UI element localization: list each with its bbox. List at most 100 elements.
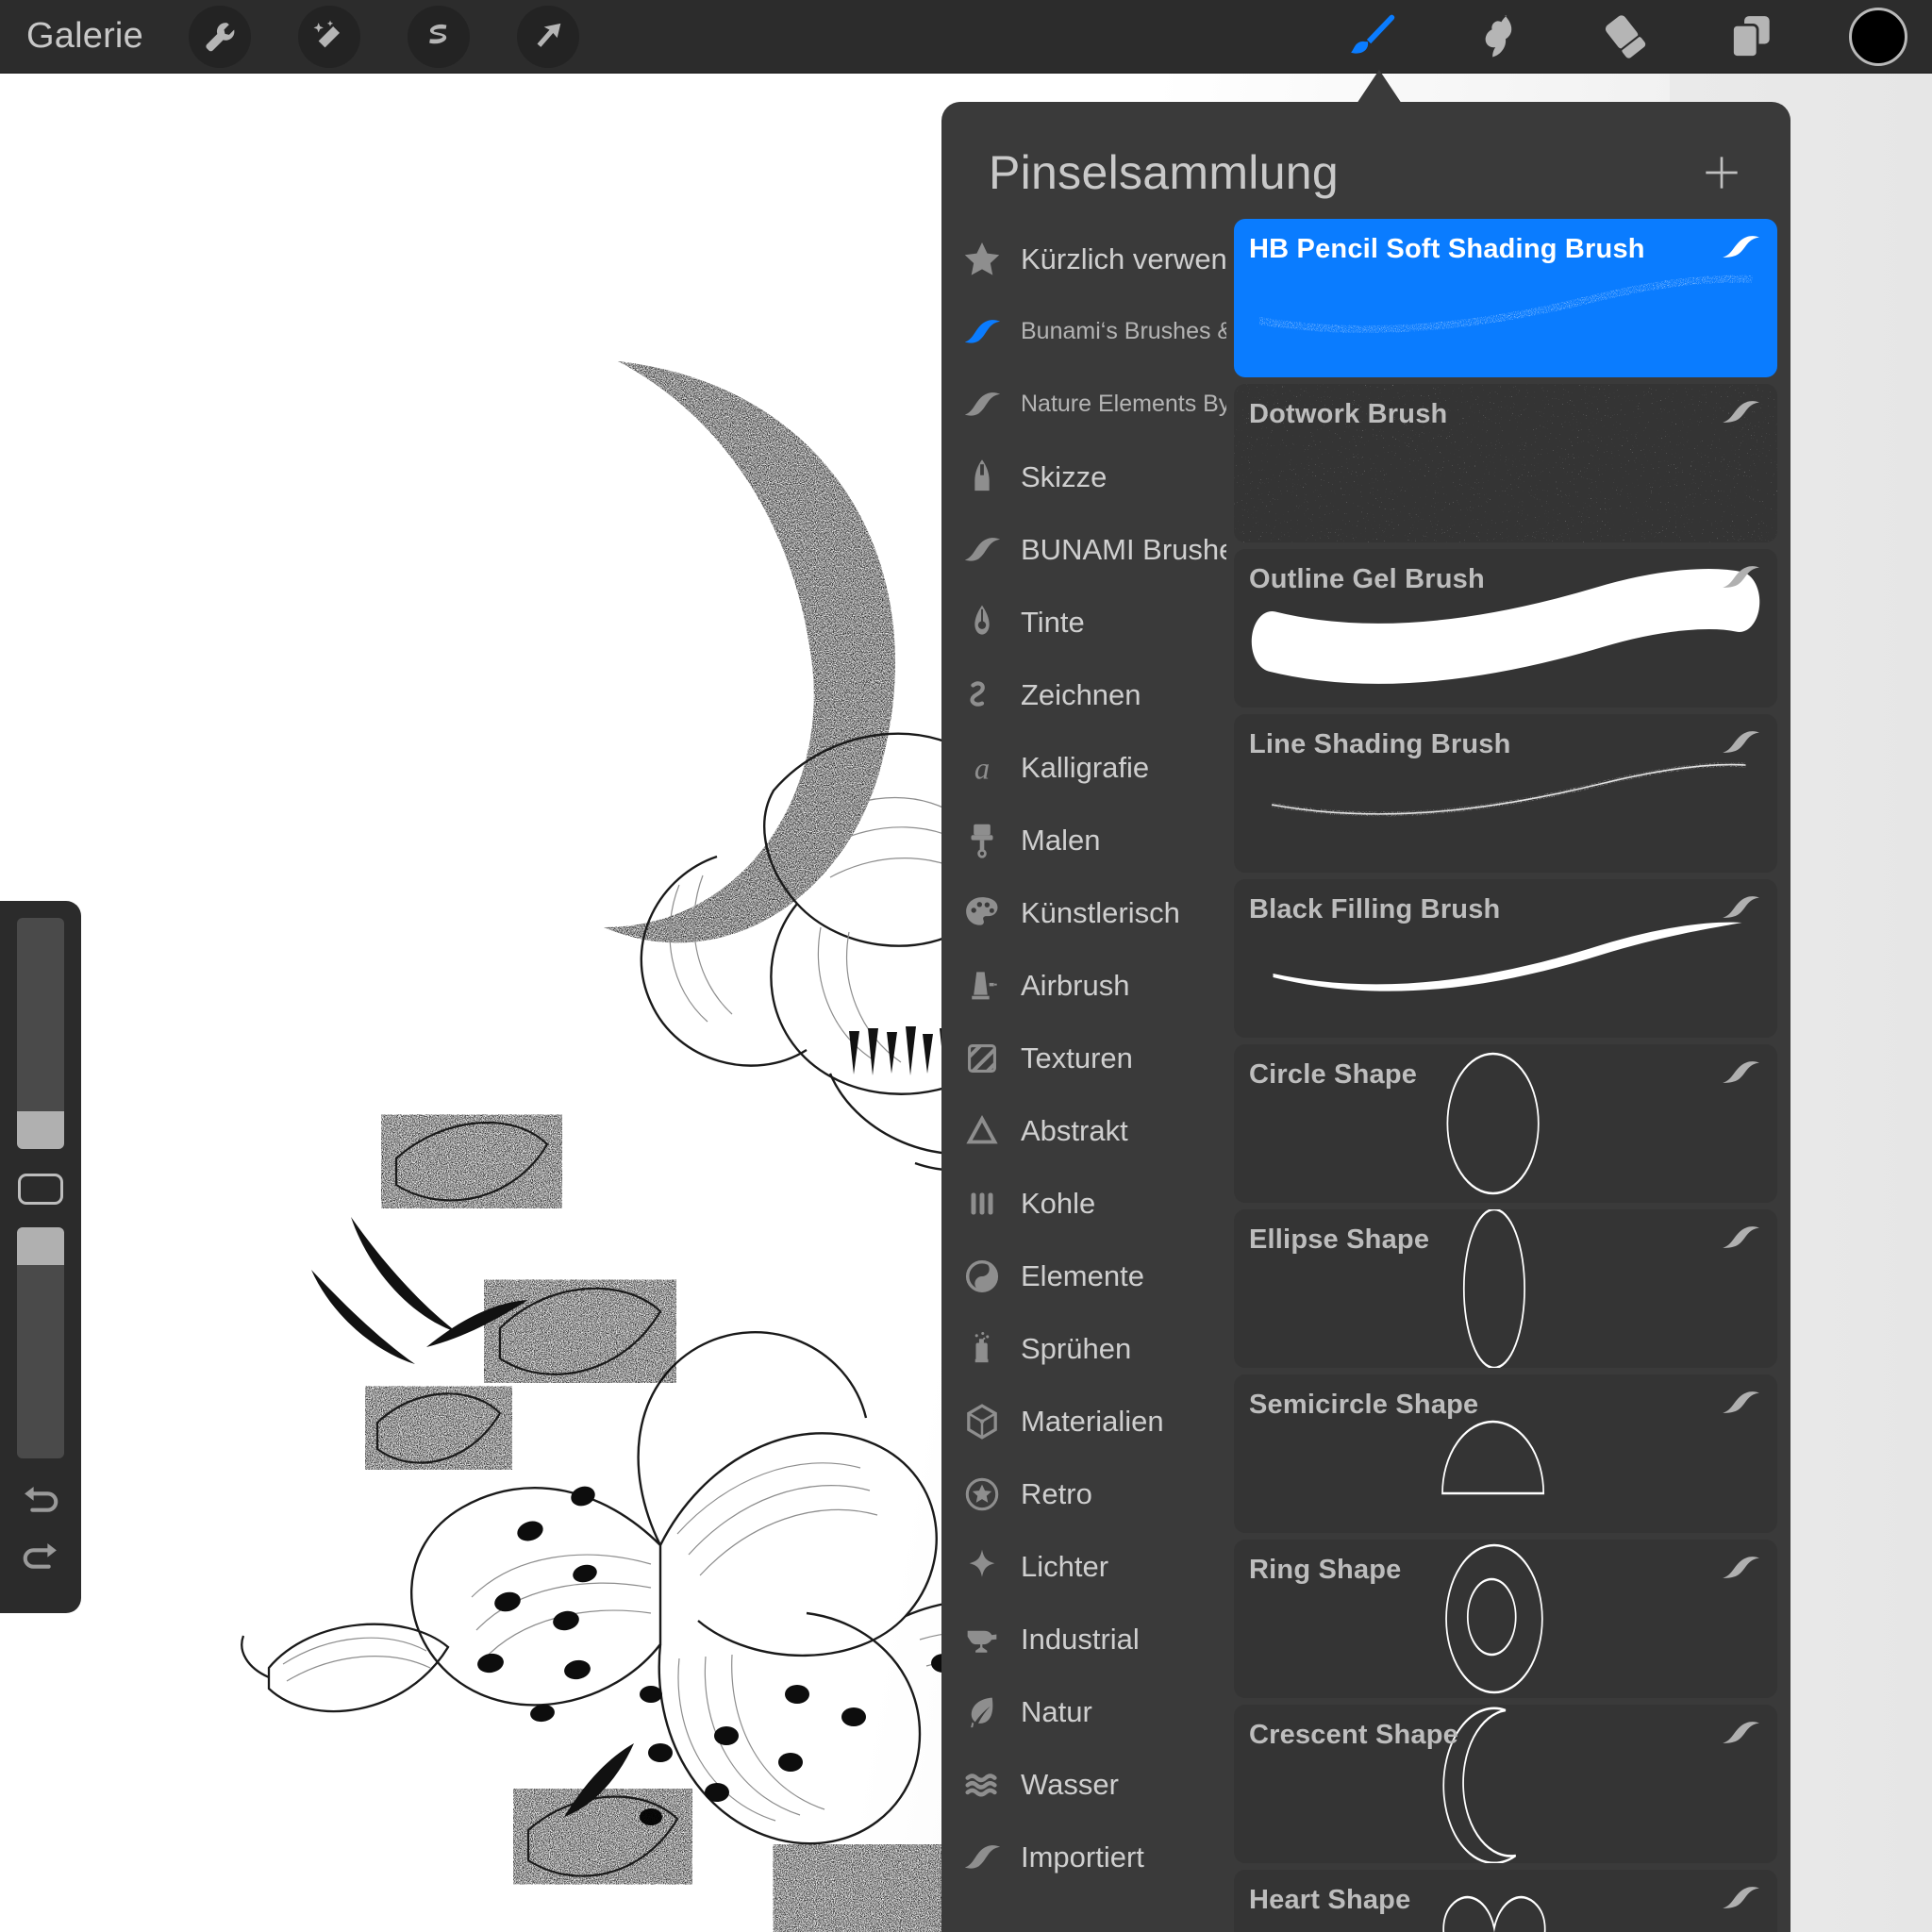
color-swatch-button[interactable]: [1849, 8, 1907, 66]
brush-stroke-glyph: [1723, 1226, 1759, 1248]
brush-name: Dotwork Brush: [1249, 399, 1448, 429]
brush-category-item[interactable]: Bunami‘s Brushes &…: [941, 295, 1226, 368]
brush-category-item[interactable]: Malen: [941, 804, 1226, 876]
texture-hatch-icon: [953, 1037, 1011, 1080]
opacity-slider[interactable]: [17, 1227, 64, 1458]
brush-name: Crescent Shape: [1249, 1720, 1458, 1750]
layers-button[interactable]: [1723, 8, 1781, 66]
brush-category-list[interactable]: Kürzlich verwendet Bunami‘s Brushes &… Nat…: [941, 219, 1226, 1932]
brush-list-item[interactable]: HB Pencil Soft Shading Brush: [1234, 219, 1777, 377]
brush-category-item[interactable]: Abstrakt: [941, 1094, 1226, 1167]
brush-category-item[interactable]: Zeichnen: [941, 658, 1226, 731]
brush-list-item[interactable]: Crescent Shape: [1234, 1705, 1777, 1863]
brush-category-label: Elemente: [1021, 1258, 1144, 1292]
brush-name: Heart Shape: [1249, 1885, 1411, 1915]
adjustments-button[interactable]: [297, 5, 360, 68]
brush-category-item[interactable]: Nature Elements By…: [941, 368, 1226, 441]
left-tool-group: [188, 5, 579, 68]
brush-category-item[interactable]: Lichter: [941, 1530, 1226, 1603]
brush-category-item[interactable]: Retro: [941, 1457, 1226, 1530]
brush-stroke-glyph: [1723, 1722, 1759, 1743]
brush-category-item[interactable]: Materialien: [941, 1385, 1226, 1457]
eraser-button[interactable]: [1596, 8, 1655, 66]
paintbrush-icon: [1351, 14, 1395, 54]
star-icon: [953, 238, 1011, 281]
brush-category-item[interactable]: Airbrush: [941, 949, 1226, 1022]
wrench-icon: [206, 22, 235, 51]
add-brush-set-button[interactable]: [1696, 147, 1747, 198]
brush-category-item[interactable]: BUNAMI Brushes: [941, 513, 1226, 586]
brush-category-label: Industrial: [1021, 1622, 1140, 1656]
letter-a-icon: a: [953, 746, 1011, 790]
transform-arrow-icon: [537, 23, 561, 47]
brush-category-item[interactable]: Texturen: [941, 1022, 1226, 1094]
brush-stroke-glyph: [1721, 727, 1762, 760]
brush-list-item[interactable]: Line Shading Brush: [1234, 714, 1777, 873]
brush-category-item[interactable]: a Kalligrafie: [941, 731, 1226, 804]
eraser-icon: [1605, 15, 1646, 58]
selection-icon: [429, 24, 447, 43]
squiggle-icon: [953, 674, 1011, 717]
gallery-button[interactable]: Galerie: [26, 16, 143, 57]
paintbrush-button[interactable]: [1343, 8, 1402, 66]
transform-button[interactable]: [516, 5, 579, 68]
brush-stroke-glyph: [1721, 1718, 1762, 1751]
brush-category-item[interactable]: Kürzlich verwendet: [941, 223, 1226, 295]
brush-list[interactable]: HB Pencil Soft Shading Brush Dotwork Brus…: [1226, 219, 1790, 1932]
smudge-icon: [1485, 15, 1512, 58]
brush-list-item[interactable]: Heart Shape: [1234, 1870, 1777, 1932]
opacity-thumb[interactable]: [17, 1227, 64, 1265]
page-title: Pinselsammlung: [989, 146, 1340, 199]
brush-category-label: Abstrakt: [1021, 1113, 1128, 1147]
pencil-tip-icon: [953, 456, 1011, 499]
brush-stroke-glyph: [1723, 236, 1759, 258]
brush-category-label: Importiert: [1021, 1840, 1144, 1874]
brush-category-label: Natur: [1021, 1694, 1092, 1728]
brush-category-item[interactable]: Importiert: [941, 1821, 1226, 1893]
panel-scrollbar[interactable]: [1781, 102, 1790, 1932]
brush-size-thumb[interactable]: [17, 1111, 64, 1149]
brush-category-item[interactable]: Elemente: [941, 1240, 1226, 1312]
magic-wand-icon: [313, 20, 340, 47]
brushstroke-icon: [953, 528, 1011, 572]
brush-category-item[interactable]: Sprühen: [941, 1312, 1226, 1385]
anvil-icon: [953, 1618, 1011, 1661]
yin-yang-icon: [953, 1255, 1011, 1298]
undo-icon: [25, 1486, 58, 1512]
redo-button[interactable]: [12, 1530, 69, 1587]
brush-category-item[interactable]: Künstlerisch: [941, 876, 1226, 949]
brush-category-item[interactable]: Skizze: [941, 441, 1226, 513]
spray-can-icon: [953, 1327, 1011, 1371]
brush-category-item[interactable]: Kohle: [941, 1167, 1226, 1240]
airbrush-icon: [953, 964, 1011, 1008]
charcoal-bars-icon: [953, 1182, 1011, 1225]
selection-button[interactable]: [407, 5, 470, 68]
brush-category-label: Texturen: [1021, 1041, 1133, 1074]
actions-button[interactable]: [188, 5, 251, 68]
brush-list-item[interactable]: Ring Shape: [1234, 1540, 1777, 1698]
brush-category-item[interactable]: Natur: [941, 1675, 1226, 1748]
brush-stroke-glyph: [1721, 397, 1762, 430]
brush-list-item[interactable]: Dotwork Brush: [1234, 384, 1777, 542]
brush-stroke-glyph: [1721, 1223, 1762, 1256]
brush-library-panel: Pinselsammlung Kürzlich verwendet Bunami‘…: [941, 102, 1790, 1932]
smudge-button[interactable]: [1470, 8, 1528, 66]
undo-button[interactable]: [12, 1474, 69, 1530]
brush-list-item[interactable]: Black Filling Brush: [1234, 879, 1777, 1038]
brush-list-item[interactable]: Circle Shape: [1234, 1044, 1777, 1203]
brush-stroke-glyph: [1721, 232, 1762, 265]
brush-category-label: Zeichnen: [1021, 677, 1141, 711]
brush-category-item[interactable]: Industrial: [941, 1603, 1226, 1675]
brush-list-item[interactable]: Ellipse Shape: [1234, 1209, 1777, 1368]
brush-category-label: Retro: [1021, 1476, 1092, 1510]
brush-category-item[interactable]: Tinte: [941, 586, 1226, 658]
brush-category-item[interactable]: Wasser: [941, 1748, 1226, 1821]
brush-stroke-glyph: [1721, 1058, 1762, 1091]
modify-button[interactable]: [18, 1174, 63, 1205]
brush-list-item[interactable]: Semicircle Shape: [1234, 1374, 1777, 1533]
brush-list-item[interactable]: Outline Gel Brush: [1234, 549, 1777, 708]
brush-name: HB Pencil Soft Shading Brush: [1249, 234, 1645, 264]
brush-size-slider[interactable]: [17, 918, 64, 1149]
brushstroke-icon: [953, 383, 1011, 426]
circled-star-icon: [953, 1473, 1011, 1516]
